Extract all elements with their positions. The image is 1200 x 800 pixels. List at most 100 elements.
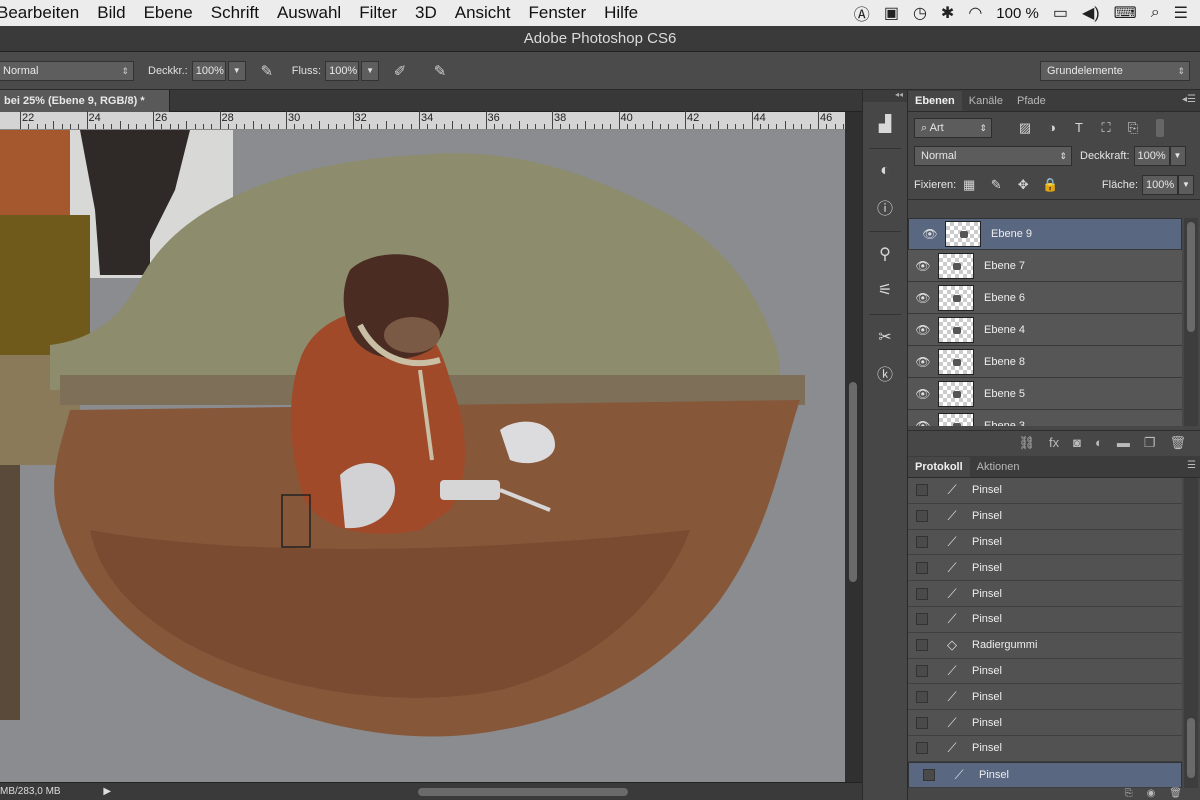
status-menu-arrow[interactable]: ▶ — [103, 786, 111, 797]
history-item[interactable]: ⟋ Pinsel — [908, 555, 1182, 582]
history-item[interactable]: ⟋ Pinsel — [908, 606, 1182, 633]
eye-icon[interactable]: 👁 — [908, 355, 938, 369]
battery-icon[interactable]: ▭ — [1053, 3, 1068, 23]
flow-slider-button[interactable]: ▼ — [361, 60, 380, 81]
adjustment-layer-icon[interactable]: ◐ — [1095, 435, 1103, 450]
navigator-icon[interactable]: ◐ — [871, 157, 899, 185]
eye-icon[interactable]: 👁 — [908, 323, 938, 337]
trash-icon[interactable]: 🗑 — [1169, 435, 1186, 451]
new-document-icon[interactable]: ⎘ — [1125, 788, 1133, 800]
eye-icon[interactable]: 👁 — [915, 225, 945, 243]
layer-row[interactable]: 👁 Ebene 9 — [908, 218, 1182, 250]
horizontal-ruler[interactable]: 22 24 26 28 30 32 34 36 38 40 42 44 46 — [0, 111, 878, 130]
brush-presets-icon[interactable]: ⚲ — [871, 240, 899, 268]
layer-row[interactable]: 👁 Ebene 6 — [908, 282, 1182, 314]
fill-button[interactable]: ▼ — [1178, 174, 1194, 195]
history-source-checkbox[interactable] — [916, 690, 928, 703]
layers-scrollbar[interactable] — [1184, 218, 1198, 426]
history-item[interactable]: ⟋ Pinsel — [908, 503, 1182, 530]
menu-filter[interactable]: Filter — [350, 3, 406, 23]
flow-field[interactable]: 100% — [325, 60, 360, 81]
airbrush-icon[interactable]: ✐ — [389, 60, 411, 82]
history-item[interactable]: ⟋ Pinsel — [908, 710, 1182, 736]
lock-all-icon[interactable]: 🔒 — [1041, 176, 1059, 194]
history-source-checkbox[interactable] — [916, 561, 928, 574]
panel-menu-icon[interactable]: ☰ — [1187, 460, 1196, 471]
eye-icon[interactable]: 👁 — [908, 387, 938, 401]
group-folder-icon[interactable]: ▬ — [1117, 435, 1130, 450]
workspace-select[interactable]: Grundelemente ⇕ — [1040, 60, 1190, 81]
tab-kanaele[interactable]: Kanäle — [962, 91, 1010, 111]
blend-mode-select[interactable]: Normal ⇕ — [914, 146, 1072, 166]
filter-kind-select[interactable]: ⌕ Art ⇕ — [914, 118, 992, 138]
opacity-slider-button[interactable]: ▼ — [227, 60, 246, 81]
layer-row[interactable]: 👁 Ebene 4 — [908, 314, 1182, 346]
history-item[interactable]: ⟋ Pinsel — [908, 761, 1182, 788]
brush-mode-select[interactable]: Normal ⇕ — [0, 60, 134, 81]
history-source-checkbox[interactable] — [916, 639, 928, 652]
menu-hilfe[interactable]: Hilfe — [595, 3, 647, 23]
adobe-icon[interactable]: Ⓐ — [854, 1, 870, 25]
layer-row[interactable]: 👁 Ebene 8 — [908, 346, 1182, 378]
menu-3d[interactable]: 3D — [406, 3, 446, 23]
history-scroll-thumb[interactable] — [1187, 718, 1195, 778]
horizontal-scroll-thumb[interactable] — [418, 788, 628, 796]
collapse-arrows-icon[interactable]: ◂◂ — [863, 90, 907, 102]
history-source-checkbox[interactable] — [923, 768, 935, 781]
new-layer-icon[interactable]: ❐ — [1144, 435, 1156, 451]
tab-pfade[interactable]: Pfade — [1010, 91, 1053, 111]
eye-icon[interactable]: 👁 — [908, 291, 938, 305]
filter-pixel-icon[interactable]: ▨ — [1016, 119, 1034, 137]
list-icon[interactable]: ☰ — [1174, 3, 1188, 23]
mask-icon[interactable]: ◙ — [1073, 435, 1081, 450]
histogram-icon[interactable]: ▟ — [871, 110, 899, 138]
kuler-icon[interactable]: ⓚ — [871, 359, 899, 387]
history-item[interactable]: ⟋ Pinsel — [908, 581, 1182, 607]
filter-toggle[interactable] — [1156, 119, 1164, 137]
menu-schrift[interactable]: Schrift — [202, 3, 268, 23]
history-scrollbar[interactable] — [1184, 478, 1198, 788]
vertical-scrollbar[interactable] — [845, 112, 862, 782]
wifi-icon[interactable]: ◠ — [968, 3, 982, 23]
opacity-field[interactable]: 100% — [191, 60, 226, 81]
filter-adjustment-icon[interactable]: ◑ — [1043, 119, 1061, 137]
fill-field[interactable]: 100% — [1142, 174, 1178, 195]
layer-opacity-button[interactable]: ▼ — [1169, 146, 1186, 166]
tab-aktionen[interactable]: Aktionen — [970, 457, 1027, 477]
filter-smart-icon[interactable]: ⎘ — [1124, 119, 1142, 137]
history-item[interactable]: ⟋ Pinsel — [908, 684, 1182, 711]
search-icon[interactable]: ⌕ — [1151, 4, 1160, 22]
lock-position-icon[interactable]: ✥ — [1014, 176, 1032, 194]
pressure-opacity-icon[interactable]: ✎ — [256, 60, 278, 82]
menu-auswahl[interactable]: Auswahl — [268, 3, 350, 23]
time-machine-icon[interactable]: ◷ — [913, 3, 927, 23]
lock-transparency-icon[interactable]: ▦ — [960, 176, 978, 194]
history-source-checkbox[interactable] — [916, 716, 928, 729]
panel-menu-icon[interactable]: ◂☰ — [1182, 94, 1196, 105]
vertical-scroll-thumb[interactable] — [849, 382, 857, 582]
tool-presets-icon[interactable]: ✂ — [871, 323, 899, 351]
tab-protokoll[interactable]: Protokoll — [908, 457, 970, 477]
history-source-checkbox[interactable] — [916, 484, 928, 497]
eye-icon[interactable]: 👁 — [908, 419, 938, 427]
history-source-checkbox[interactable] — [916, 535, 928, 548]
brush-settings-icon[interactable]: ⚟ — [871, 276, 899, 304]
history-item[interactable]: ⟋ Pinsel — [908, 478, 1182, 504]
pressure-size-icon[interactable]: ✎ — [429, 60, 451, 82]
menu-ansicht[interactable]: Ansicht — [446, 3, 520, 23]
bluetooth-icon[interactable]: ✱ — [941, 3, 954, 23]
snapshot-icon[interactable]: ◉ — [1147, 788, 1156, 800]
history-source-checkbox[interactable] — [916, 613, 928, 626]
fx-icon[interactable]: fx — [1049, 435, 1059, 450]
history-source-checkbox[interactable] — [916, 664, 928, 677]
link-layers-icon[interactable]: ⛓ — [1018, 435, 1035, 451]
history-item[interactable]: ⟋ Pinsel — [908, 658, 1182, 685]
menu-bild[interactable]: Bild — [88, 3, 134, 23]
keyboard-icon[interactable]: ⌨ — [1114, 3, 1137, 23]
history-source-checkbox[interactable] — [916, 742, 928, 755]
history-item[interactable]: ⟋ Pinsel — [908, 529, 1182, 556]
volume-icon[interactable]: ◀) — [1082, 3, 1100, 23]
menu-ebene[interactable]: Ebene — [135, 3, 202, 23]
trash-icon[interactable]: 🗑 — [1169, 788, 1182, 800]
eye-icon[interactable]: 👁 — [908, 259, 938, 273]
